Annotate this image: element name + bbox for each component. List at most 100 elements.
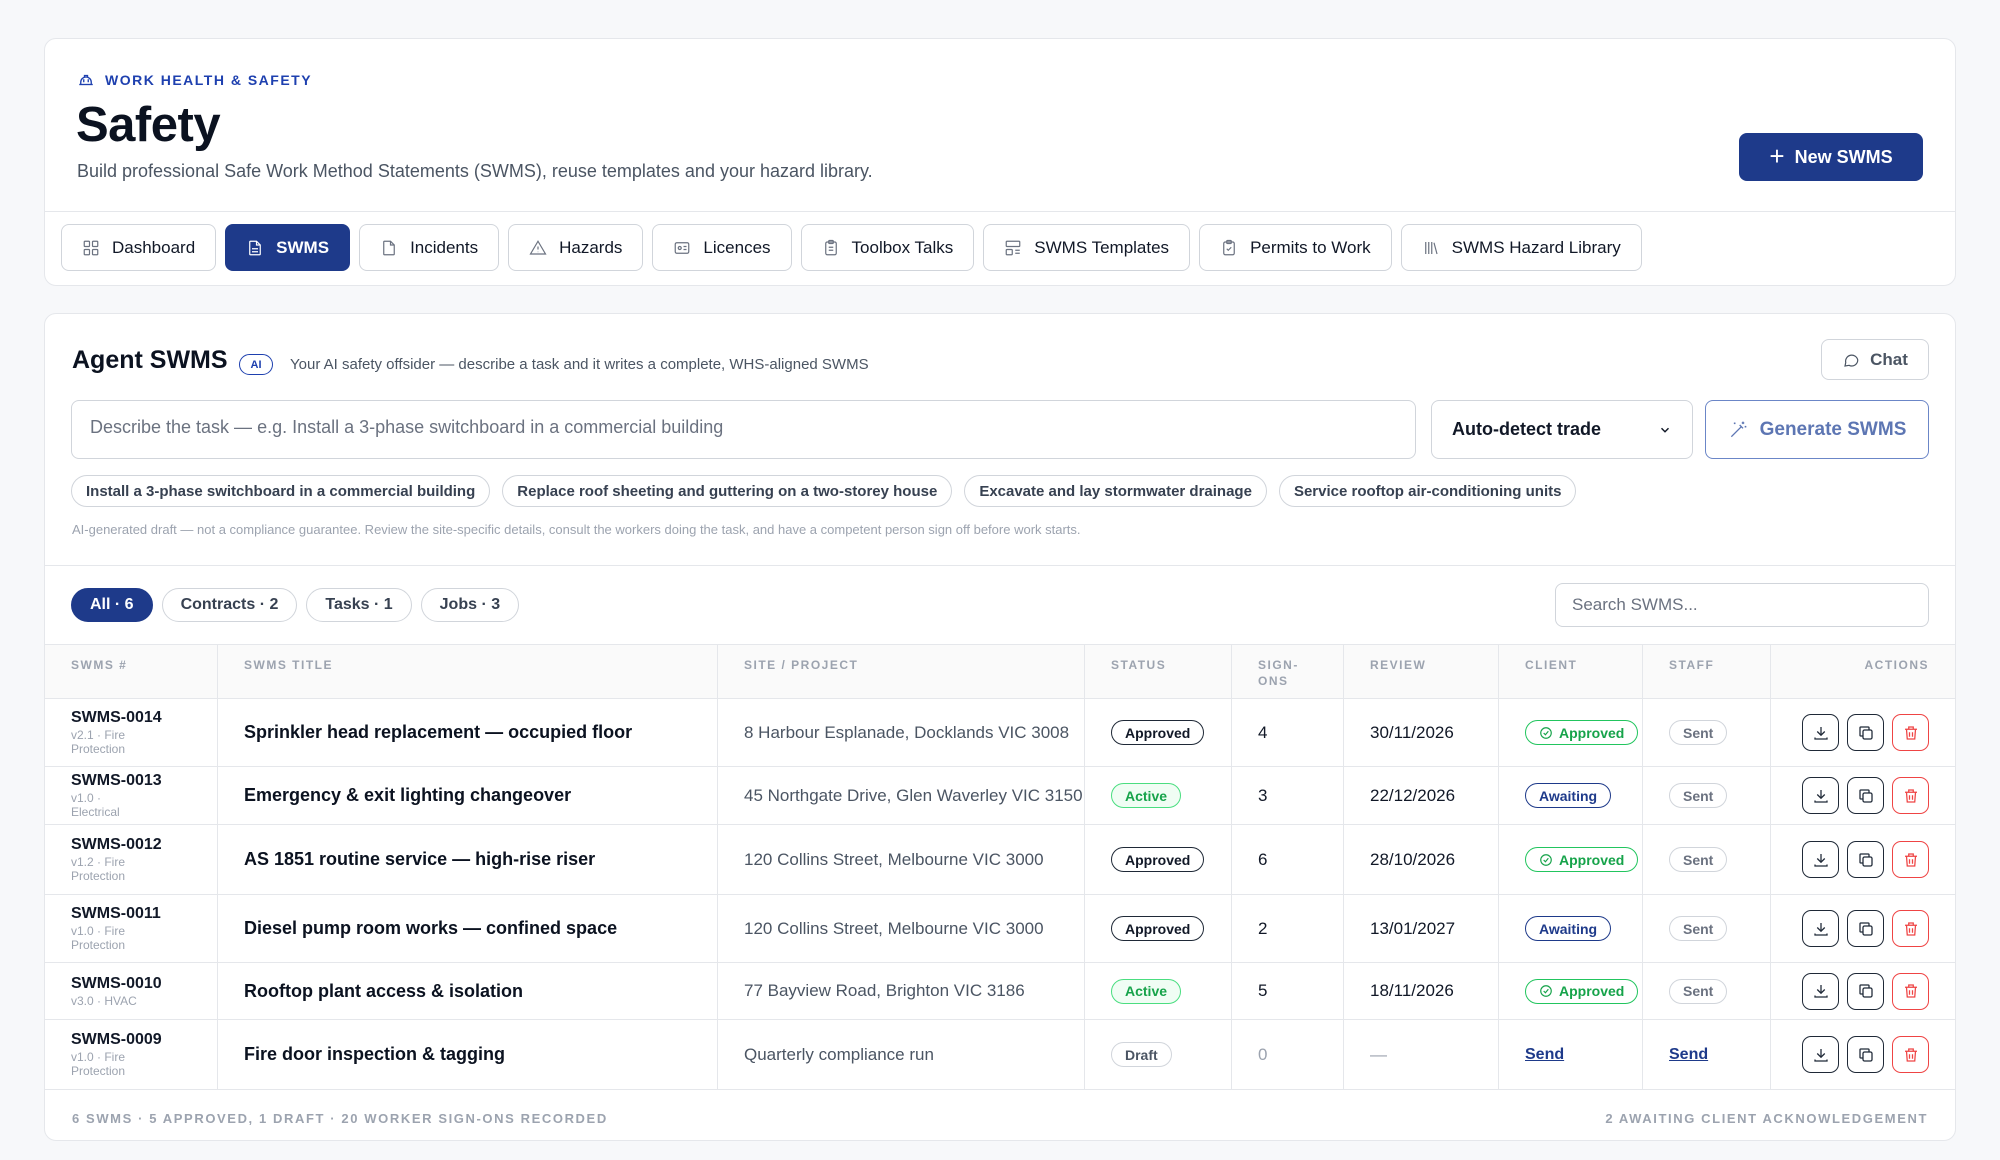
review-date: 30/11/2026 <box>1370 722 1454 742</box>
column-header[interactable]: SWMS # <box>45 645 218 698</box>
column-header-label: SIGN-ONS <box>1258 658 1299 688</box>
suggestion-chip[interactable]: Replace roof sheeting and guttering on a… <box>502 475 953 507</box>
swms-title[interactable]: Sprinkler head replacement — occupied fl… <box>244 722 632 743</box>
tab-swms[interactable]: SWMS <box>225 224 351 271</box>
review-cell: 22/12/2026 <box>1344 767 1499 824</box>
column-header[interactable]: SWMS TITLE <box>218 645 718 698</box>
review-date: 18/11/2026 <box>1370 981 1454 1000</box>
swms-title[interactable]: Rooftop plant access & isolation <box>244 981 523 1002</box>
column-header[interactable]: CLIENT <box>1499 645 1643 698</box>
search-input[interactable] <box>1555 583 1929 627</box>
delete-button[interactable] <box>1892 910 1929 947</box>
duplicate-button[interactable] <box>1847 714 1884 751</box>
ai-disclaimer: AI-generated draft — not a compliance gu… <box>72 522 1081 537</box>
title-cell: Sprinkler head replacement — occupied fl… <box>218 699 718 766</box>
title-cell: Emergency & exit lighting changeover <box>218 767 718 824</box>
tab-permits-to-work[interactable]: Permits to Work <box>1199 224 1392 271</box>
chat-button[interactable]: Chat <box>1821 339 1929 380</box>
sign-ons-count: 3 <box>1258 785 1268 805</box>
table-row[interactable]: SWMS-0014 v2.1 · Fire Protection Sprinkler… <box>45 699 1955 767</box>
table-body: SWMS-0014 v2.1 · Fire Protection Sprinkler… <box>45 699 1955 1090</box>
filter-contracts[interactable]: Contracts · 2 <box>161 588 298 622</box>
swms-number: SWMS-0012 <box>71 836 162 853</box>
download-button[interactable] <box>1802 1036 1839 1073</box>
download-button[interactable] <box>1802 714 1839 751</box>
duplicate-button[interactable] <box>1847 972 1884 1010</box>
delete-button[interactable] <box>1892 972 1929 1010</box>
trade-select[interactable]: Auto-detect trade <box>1431 400 1693 459</box>
task-description-input[interactable] <box>71 400 1416 459</box>
swms-title[interactable]: Fire door inspection & tagging <box>244 1044 505 1065</box>
client-send-link[interactable]: Send <box>1525 1046 1564 1064</box>
tab-swms-hazard-library[interactable]: SWMS Hazard Library <box>1400 224 1642 271</box>
download-button[interactable] <box>1802 841 1839 878</box>
tab-swms-templates[interactable]: SWMS Templates <box>983 224 1191 271</box>
swms-title[interactable]: AS 1851 routine service — high-rise rise… <box>244 849 595 870</box>
swms-title[interactable]: Diesel pump room works — confined space <box>244 918 617 939</box>
table-row[interactable]: SWMS-0011 v1.0 · Fire Protection Diesel pu… <box>45 895 1955 963</box>
staff-badge: Sent <box>1669 916 1728 941</box>
duplicate-button[interactable] <box>1847 910 1884 947</box>
row-actions <box>1797 777 1955 814</box>
duplicate-button[interactable] <box>1847 777 1884 814</box>
staff-send-link[interactable]: Send <box>1669 1046 1708 1064</box>
suggestion-chip[interactable]: Service rooftop air-conditioning units <box>1278 475 1577 507</box>
status-badge: Approved <box>1111 847 1205 872</box>
download-button[interactable] <box>1802 777 1839 814</box>
trash-icon <box>1904 725 1917 740</box>
site-cell: 120 Collins Street, Melbourne VIC 3000 <box>718 825 1085 894</box>
swms-id-cell: SWMS-0013 v1.0 · Electrical <box>45 767 218 824</box>
swms-id-cell: SWMS-0012 v1.2 · Fire Protection <box>45 825 218 894</box>
suggestion-chip[interactable]: Excavate and lay stormwater drainage <box>964 475 1267 507</box>
trash-icon <box>1904 1047 1917 1062</box>
tab-licences[interactable]: Licences <box>652 224 792 271</box>
client-cell: Awaiting <box>1499 895 1643 962</box>
actions-cell <box>1771 895 1955 962</box>
delete-button[interactable] <box>1892 841 1929 878</box>
table-row[interactable]: SWMS-0012 v1.2 · Fire Protection AS 1851 r… <box>45 825 1955 895</box>
filter-tasks[interactable]: Tasks · 1 <box>306 588 412 622</box>
sign-ons-count: 6 <box>1258 849 1268 869</box>
staff-cell: Sent <box>1643 825 1771 894</box>
new-swms-button[interactable]: + New SWMS <box>1739 133 1923 181</box>
delete-button[interactable] <box>1892 1036 1929 1073</box>
duplicate-button[interactable] <box>1847 841 1884 878</box>
tab-label: SWMS Hazard Library <box>1451 237 1621 257</box>
table-row[interactable]: SWMS-0013 v1.0 · Electrical Emergency & ex… <box>45 767 1955 825</box>
swms-title[interactable]: Emergency & exit lighting changeover <box>244 785 571 806</box>
column-header[interactable]: STATUS <box>1085 645 1232 698</box>
status-badge: Active <box>1111 978 1182 1004</box>
generate-swms-button[interactable]: Generate SWMS <box>1705 400 1929 459</box>
duplicate-icon <box>1858 788 1873 803</box>
column-header[interactable]: SIGN-ONS <box>1232 645 1344 698</box>
filter-all[interactable]: All · 6 <box>71 588 153 622</box>
swms-version: v1.0 · Fire Protection <box>71 1050 126 1078</box>
download-icon <box>1813 1048 1828 1062</box>
tab-incidents[interactable]: Incidents <box>359 224 500 271</box>
suggestion-chip[interactable]: Install a 3-phase switchboard in a comme… <box>71 475 491 507</box>
duplicate-button[interactable] <box>1847 1036 1884 1073</box>
client-cell: Approved <box>1499 699 1643 766</box>
swms-version: v1.0 · Fire Protection <box>71 924 126 952</box>
table-row[interactable]: SWMS-0009 v1.0 · Fire Protection Fire door… <box>45 1020 1955 1090</box>
swms-number: SWMS-0013 <box>71 772 162 789</box>
agent-subtitle: Your AI safety offsider — describe a tas… <box>290 356 869 373</box>
column-header[interactable]: REVIEW <box>1344 645 1499 698</box>
tab-toolbox-talks[interactable]: Toolbox Talks <box>800 224 975 271</box>
column-header[interactable]: SITE / PROJECT <box>718 645 1085 698</box>
table-row[interactable]: SWMS-0010 v3.0 · HVAC Rooftop plant access… <box>45 963 1955 1020</box>
download-button[interactable] <box>1802 972 1839 1010</box>
status-badge: Active <box>1111 783 1182 808</box>
eyebrow-label: WORK HEALTH & SAFETY <box>105 72 313 88</box>
client-badge: Approved <box>1525 847 1639 872</box>
download-button[interactable] <box>1802 910 1839 947</box>
column-header[interactable]: STAFF <box>1643 645 1771 698</box>
id-card-icon <box>675 241 690 254</box>
review-date: 22/12/2026 <box>1370 785 1456 805</box>
swms-id-cell: SWMS-0010 v3.0 · HVAC <box>45 963 218 1019</box>
delete-button[interactable] <box>1892 777 1929 814</box>
tab-dashboard[interactable]: Dashboard <box>61 224 217 271</box>
tab-hazards[interactable]: Hazards <box>508 224 644 271</box>
delete-button[interactable] <box>1892 714 1929 751</box>
filter-jobs[interactable]: Jobs · 3 <box>420 588 520 622</box>
